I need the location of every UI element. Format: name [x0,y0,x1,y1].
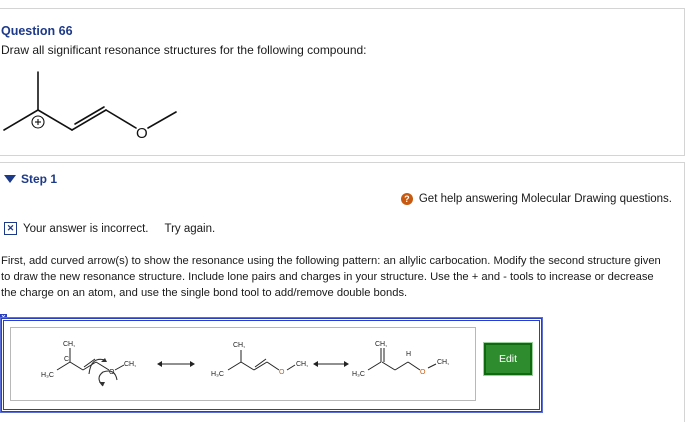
help-link[interactable]: ? Get help answering Molecular Drawing q… [400,193,672,205]
step-label: Step 1 [21,172,58,186]
resonance-structures: CH, C H₃C O CH, CH, H₃C O CH, CH, H₃C H … [41,341,449,387]
question-icon: ? [400,193,413,205]
help-text: Get help answering Molecular Drawing que… [418,193,672,205]
instructions-text: First, add curved arrow(s) to show the r… [1,255,661,299]
status-text: Your answer is incorrect. [23,222,149,235]
methoxy-label-3: CH, [437,359,449,366]
carbon-label: C [64,356,69,363]
methyl-label-3: CH, [375,341,387,348]
compound-structure: O [3,71,177,142]
methyl-left-label-3: H₃C [352,371,365,378]
methyl-left-label: H₃C [41,372,54,379]
incorrect-x-icon: ✕ [4,222,17,235]
methyl-left-label-2: H₃C [211,371,224,378]
hydrogen-label: H [406,351,411,358]
oxygen-label-2: O [279,369,285,376]
answer-status: ✕ Your answer is incorrect. Try again. [4,222,215,235]
oxygen-label: O [109,369,115,376]
oxygen-label-3: O [420,369,426,376]
methyl-label-2: CH, [233,342,245,349]
question-title: Question 66 [1,24,73,38]
methoxy-label-2: CH, [296,361,308,368]
oxygen-atom: O [136,125,148,142]
retry-text: Try again. [164,222,216,235]
collapse-triangle-icon [4,175,16,183]
edit-button[interactable]: Edit [483,342,533,376]
methyl-label: CH, [63,341,75,348]
question-prompt: Draw all significant resonance structure… [1,43,367,57]
step-toggle[interactable]: Step 1 [4,172,57,186]
methoxy-label: CH, [124,361,136,368]
drawing-canvas[interactable]: CH, C H₃C O CH, CH, H₃C O CH, CH, H₃C H … [10,327,476,401]
answer-drawing-panel: CH, C H₃C O CH, CH, H₃C O CH, CH, H₃C H … [0,317,543,413]
